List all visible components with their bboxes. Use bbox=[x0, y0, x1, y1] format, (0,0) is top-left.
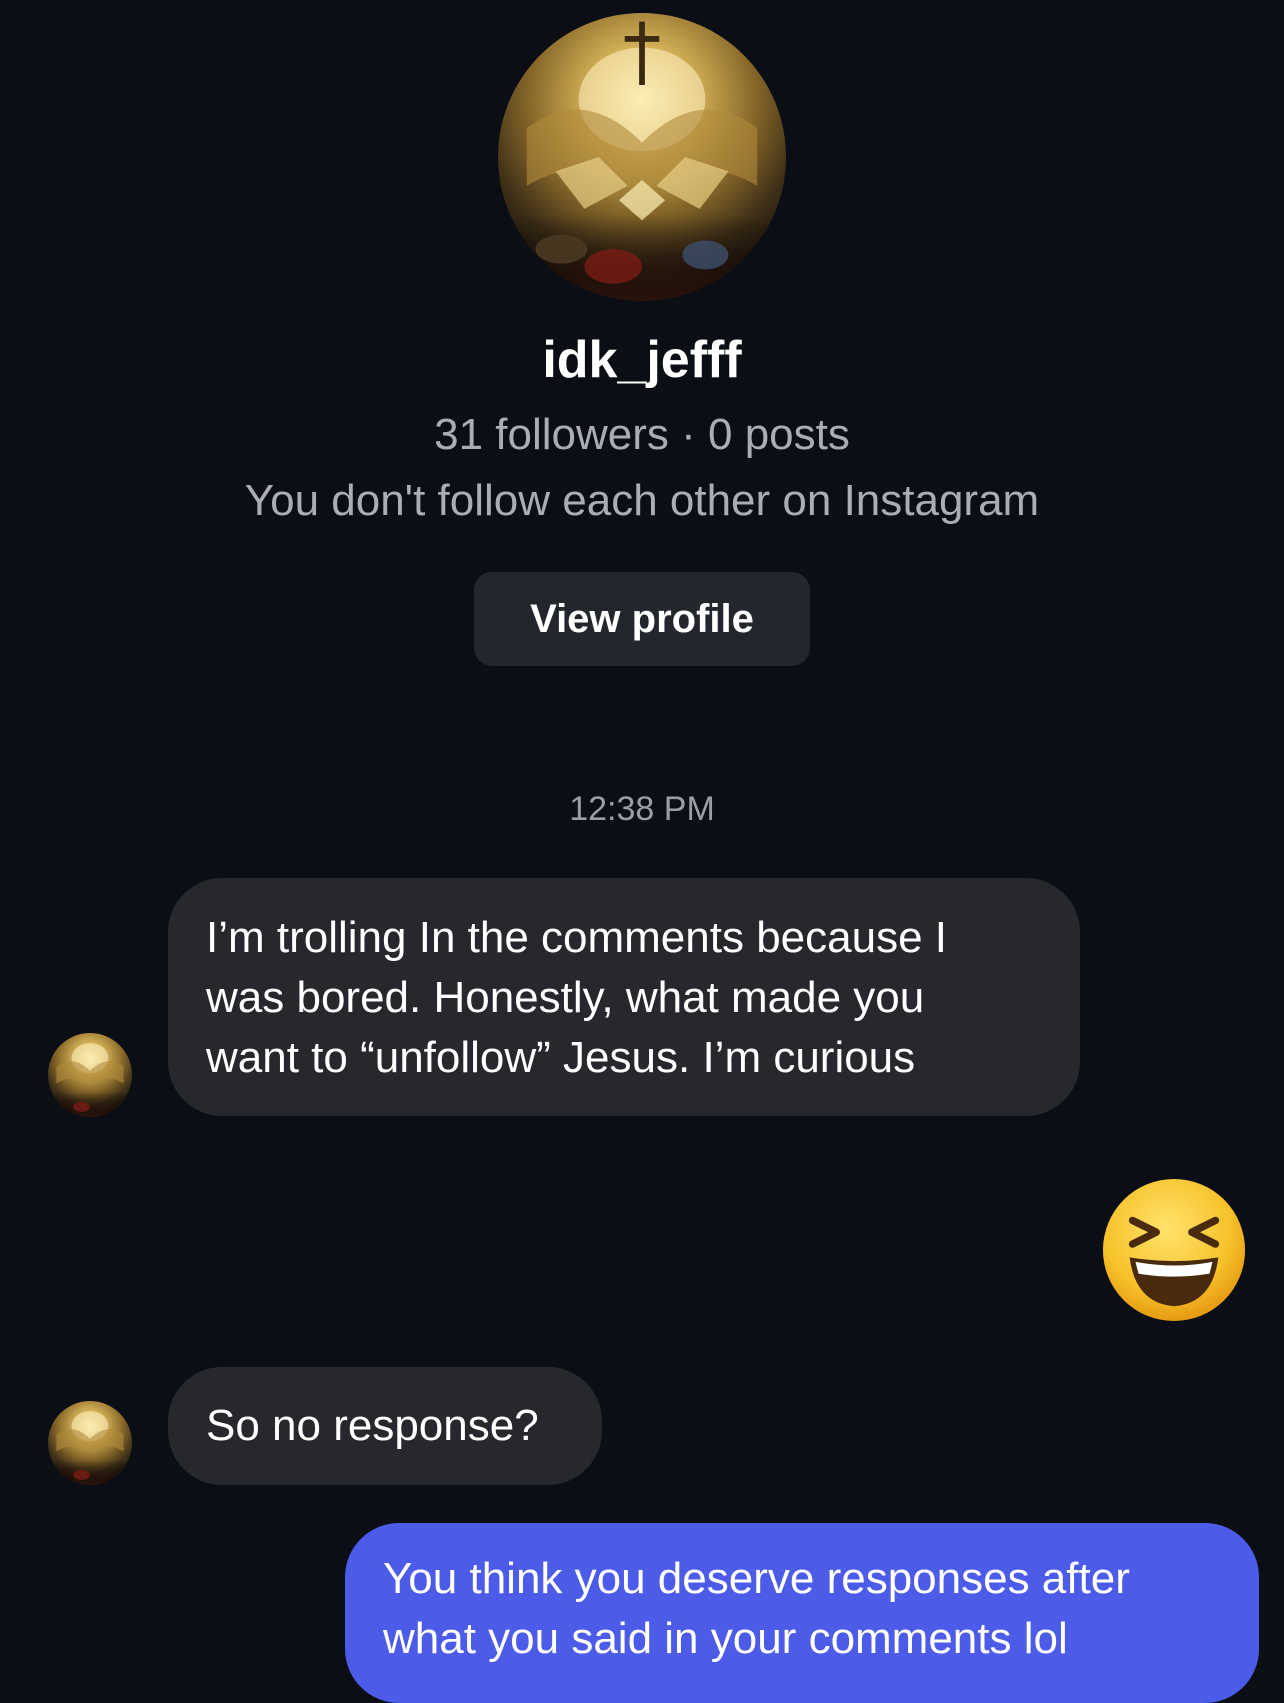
message-timestamp: 12:38 PM bbox=[569, 790, 715, 828]
outgoing-emoji-message[interactable] bbox=[1100, 1176, 1248, 1324]
incoming-message-bubble[interactable]: I’m trolling In the comments because I w… bbox=[168, 878, 1080, 1116]
profile-stats: 31 followers · 0 posts bbox=[434, 410, 850, 459]
message-text: So no response? bbox=[206, 1401, 539, 1450]
message-line: was bored. Honestly, what made you bbox=[206, 973, 925, 1022]
message-line: what you said in your comments lol bbox=[383, 1614, 1068, 1663]
painting-avatar-icon bbox=[498, 13, 786, 301]
painting-avatar-icon bbox=[48, 1033, 132, 1117]
incoming-message-bubble[interactable]: So no response? bbox=[168, 1367, 602, 1485]
message-line: I’m trolling In the comments because I bbox=[206, 913, 947, 962]
profile-username: idk_jefff bbox=[542, 331, 742, 389]
grinning-squinting-face-emoji-icon bbox=[1102, 1178, 1246, 1322]
painting-avatar-icon bbox=[48, 1401, 132, 1485]
sender-avatar[interactable] bbox=[48, 1033, 132, 1117]
message-line: want to “unfollow” Jesus. I’m curious bbox=[206, 1033, 916, 1082]
sender-avatar[interactable] bbox=[48, 1401, 132, 1485]
follow-status-note: You don't follow each other on Instagram bbox=[244, 476, 1040, 525]
profile-avatar[interactable] bbox=[498, 13, 786, 301]
outgoing-message-bubble[interactable]: You think you deserve responses after wh… bbox=[345, 1523, 1259, 1703]
view-profile-button[interactable]: View profile bbox=[474, 572, 810, 666]
message-line: You think you deserve responses after bbox=[383, 1554, 1130, 1603]
